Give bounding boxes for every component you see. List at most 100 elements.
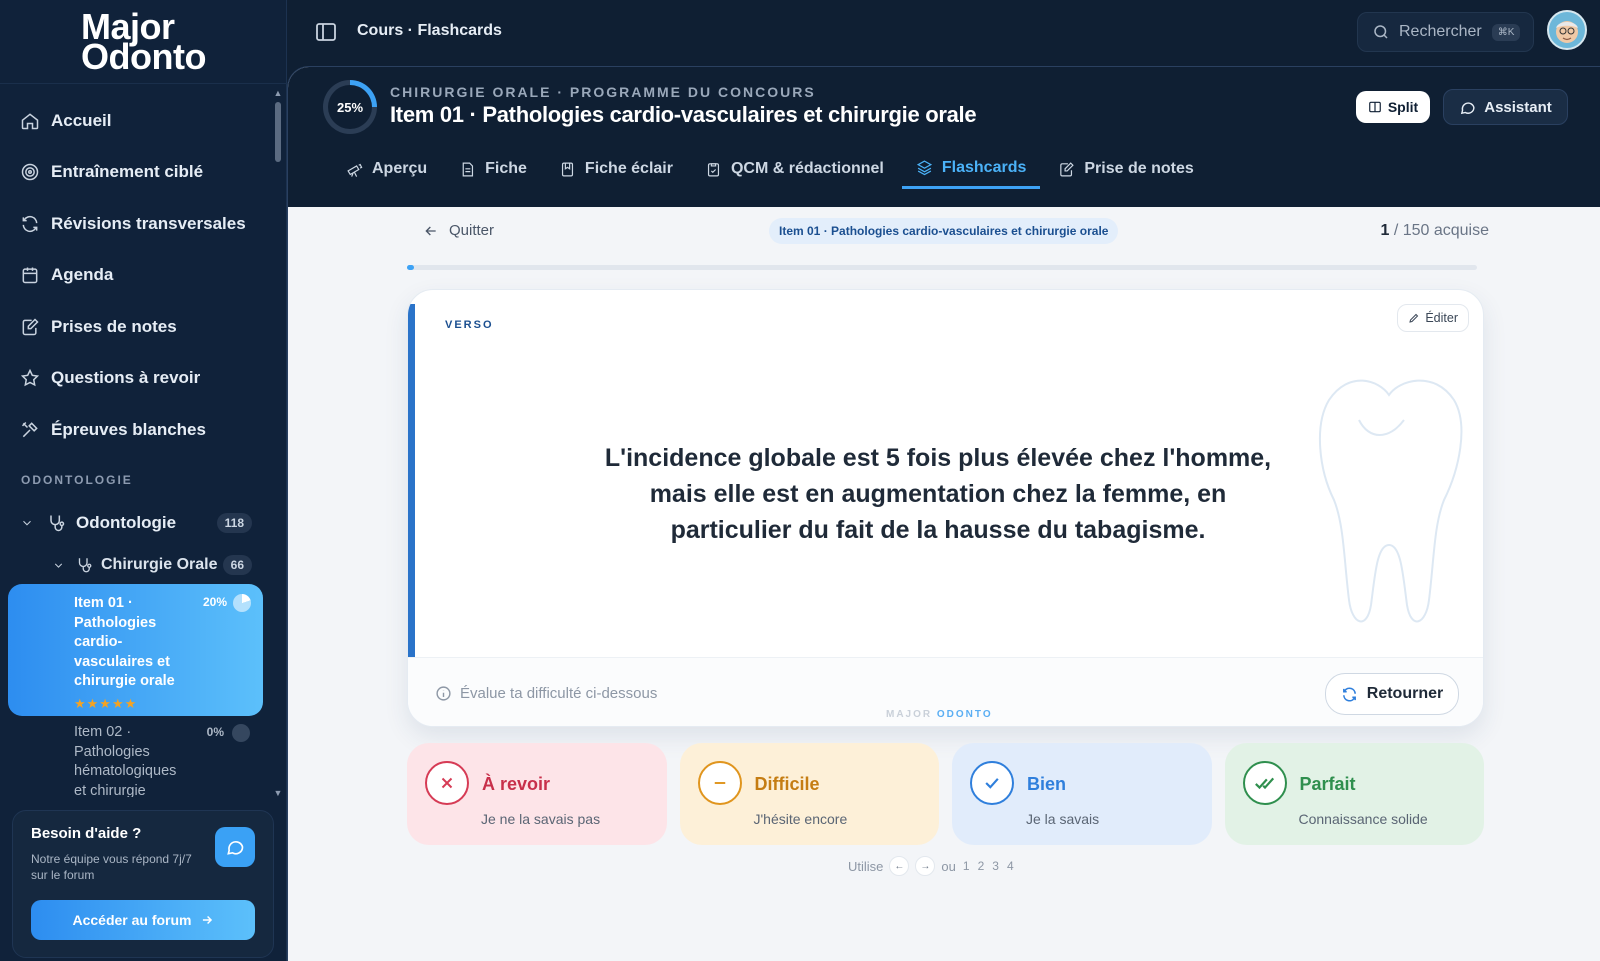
rating-title: Parfait bbox=[1299, 774, 1356, 794]
sidebar-item-item02[interactable]: Item 02 · Pathologies hématologiques et … bbox=[74, 723, 264, 797]
tree-odontologie-label: Odontologie bbox=[76, 513, 177, 532]
shortcut-key-4: 4 bbox=[1006, 859, 1014, 873]
rating-hint: Évalue ta difficulté ci-dessous bbox=[435, 685, 657, 702]
forum-button[interactable]: Accéder au forum bbox=[31, 900, 255, 940]
quit-button[interactable]: Quitter bbox=[423, 222, 494, 239]
document-icon bbox=[462, 162, 474, 176]
sidebar-item-label: Questions à revoir bbox=[51, 368, 201, 388]
clipboard-icon bbox=[707, 162, 720, 176]
info-icon bbox=[436, 686, 451, 701]
shortcut-or: ou bbox=[941, 858, 956, 874]
assistant-label: Assistant bbox=[1484, 98, 1552, 116]
search-button[interactable]: Rechercher ⌘K bbox=[1357, 12, 1534, 52]
sidebar-item-label: Prises de notes bbox=[51, 316, 177, 336]
sidebar-toggle-icon[interactable] bbox=[314, 20, 338, 44]
tab-fiche-eclair[interactable]: Fiche éclair bbox=[545, 149, 687, 189]
acquired-total: / 150 acquise bbox=[1393, 222, 1489, 239]
rating-subtitle: Connaissance solide bbox=[1298, 811, 1428, 827]
sidebar-item-revisions[interactable]: Révisions transversales bbox=[0, 198, 270, 250]
sidebar-item-item01[interactable]: Item 01 · Pathologies cardio-vasculaires… bbox=[8, 584, 263, 716]
rating-parfait-button[interactable]: Parfait Connaissance solide bbox=[1224, 743, 1484, 845]
tab-fiche[interactable]: Fiche bbox=[445, 149, 541, 189]
rating-subtitle: Je la savais bbox=[1026, 811, 1100, 827]
progress-pie-icon bbox=[233, 594, 251, 612]
tab-apercu[interactable]: Aperçu bbox=[332, 149, 441, 189]
star-icon bbox=[20, 368, 40, 388]
flip-label: Retourner bbox=[1366, 685, 1444, 702]
deck-progress-bar bbox=[407, 265, 1477, 270]
sidebar-nav: Accueil Entraînement ciblé Révisions tra… bbox=[0, 95, 270, 456]
course-tabs: Aperçu Fiche Fiche éclair QCM & rédactio… bbox=[332, 149, 1212, 207]
scroll-up-icon[interactable]: ▲ bbox=[273, 88, 283, 98]
layers-icon bbox=[916, 160, 932, 176]
logo[interactable]: Major Odonto bbox=[0, 0, 287, 84]
tab-label: Aperçu bbox=[372, 160, 428, 177]
search-icon bbox=[1374, 25, 1388, 39]
avatar[interactable] bbox=[1547, 10, 1587, 50]
minus-icon bbox=[697, 761, 742, 805]
tab-prise-de-notes[interactable]: Prise de notes bbox=[1044, 149, 1207, 189]
chat-icon[interactable] bbox=[215, 827, 255, 867]
keyboard-shortcuts-hint: Utilise ← → ou 1 2 3 4 bbox=[848, 856, 1015, 876]
edit-note-icon bbox=[1060, 161, 1075, 176]
tree-odontologie[interactable]: Odontologie 118 bbox=[20, 508, 252, 538]
bookmark-icon bbox=[561, 162, 573, 176]
x-icon bbox=[425, 761, 469, 805]
sidebar-item-label: Révisions transversales bbox=[51, 213, 246, 233]
tab-label: Flashcards bbox=[941, 158, 1027, 176]
flip-button[interactable]: Retourner bbox=[1325, 673, 1459, 715]
acquired-count: 1 bbox=[1380, 222, 1390, 239]
sidebar-item-epreuves[interactable]: Épreuves blanches bbox=[0, 404, 270, 456]
watermark-part1: MAJOR bbox=[886, 709, 933, 720]
tab-label: Prise de notes bbox=[1084, 160, 1194, 177]
sidebar-item-notes[interactable]: Prises de notes bbox=[0, 301, 270, 353]
calendar-icon bbox=[20, 265, 40, 285]
split-icon bbox=[1368, 101, 1381, 113]
course-eyebrow: CHIRURGIE ORALE · PROGRAMME DU CONCOURS bbox=[390, 84, 816, 100]
card-watermark: MAJOR ODONTO bbox=[886, 709, 993, 720]
split-button[interactable]: Split bbox=[1356, 91, 1430, 123]
tree-chirurgie-orale[interactable]: Chirurgie Orale 66 bbox=[52, 552, 252, 578]
shortcut-key-1: 1 bbox=[962, 859, 970, 873]
sidebar-item-label: Accueil bbox=[51, 110, 112, 130]
deck-progress-fill bbox=[407, 265, 415, 270]
scrollbar-thumb[interactable] bbox=[275, 102, 281, 162]
sidebar-item-agenda[interactable]: Agenda bbox=[0, 250, 270, 302]
tab-flashcards[interactable]: Flashcards bbox=[901, 149, 1041, 189]
rating-title: Bien bbox=[1027, 774, 1067, 794]
rating-subtitle: J'hésite encore bbox=[753, 811, 848, 827]
rating-stars: ★★★★★ bbox=[74, 695, 138, 711]
pencil-icon bbox=[1409, 313, 1419, 323]
tab-label: Fiche éclair bbox=[584, 160, 673, 177]
rating-a-revoir-button[interactable]: À revoir Je ne la savais pas bbox=[407, 743, 667, 845]
shortcut-key-2: 2 bbox=[977, 859, 985, 873]
refresh-icon bbox=[1342, 686, 1356, 702]
chevron-down-icon bbox=[23, 520, 31, 526]
card-accent-edge bbox=[408, 304, 415, 659]
chirurgie-count-badge: 66 bbox=[222, 555, 252, 575]
sidebar-item-questions[interactable]: Questions à revoir bbox=[0, 353, 270, 405]
watermark-part2: ODONTO bbox=[936, 709, 993, 720]
scroll-down-icon[interactable]: ▼ bbox=[273, 788, 283, 798]
sidebar-item-entrainement[interactable]: Entraînement ciblé bbox=[0, 147, 270, 199]
stethoscope-icon bbox=[78, 558, 92, 573]
tree-chirurgie-label: Chirurgie Orale bbox=[101, 556, 218, 573]
assistant-button[interactable]: Assistant bbox=[1443, 89, 1568, 125]
tab-qcm[interactable]: QCM & rédactionnel bbox=[691, 149, 898, 189]
rating-bien-button[interactable]: Bien Je la savais bbox=[952, 743, 1212, 845]
telescope-icon bbox=[347, 163, 363, 177]
edit-button[interactable]: Éditer bbox=[1397, 304, 1469, 332]
notes-icon bbox=[20, 317, 40, 337]
flashcard[interactable]: VERSO Éditer L'incidence globale est 5 f… bbox=[407, 289, 1484, 727]
edit-label: Éditer bbox=[1425, 311, 1458, 325]
sidebar: Major Odonto Accueil Entraînement ciblé … bbox=[0, 0, 287, 961]
sidebar-item-accueil[interactable]: Accueil bbox=[0, 95, 270, 147]
rating-difficile-button[interactable]: Difficile J'hésite encore bbox=[679, 743, 939, 845]
odontologie-count-badge: 118 bbox=[216, 513, 252, 533]
card-answer: L'incidence globale est 5 fois plus élev… bbox=[604, 444, 1272, 544]
tooth-illustration-icon bbox=[1319, 379, 1463, 623]
rating-subtitle: Je ne la savais pas bbox=[481, 811, 601, 827]
refresh-icon bbox=[20, 214, 40, 234]
item02-percent: 0% bbox=[206, 725, 224, 739]
sidebar-scrollbar[interactable]: ▲ ▼ bbox=[273, 88, 283, 798]
